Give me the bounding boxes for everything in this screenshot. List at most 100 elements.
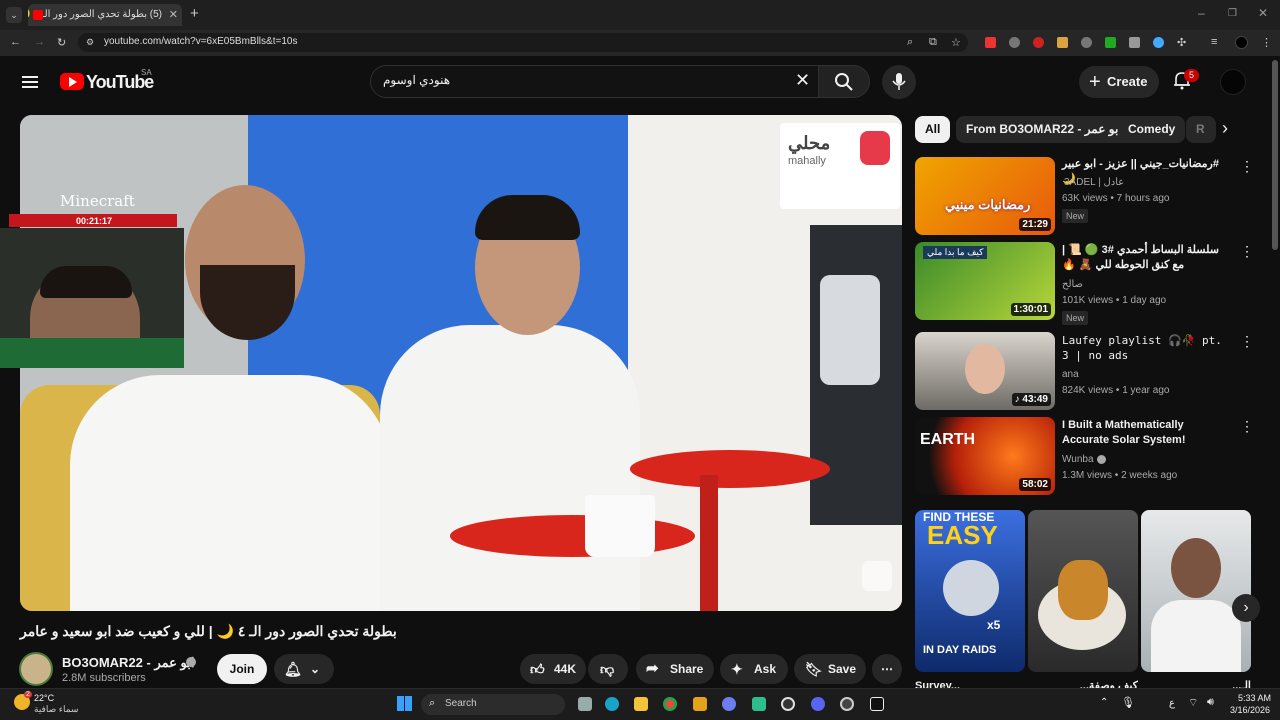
chip-partial[interactable]: R (1186, 116, 1216, 143)
youtube-logo-icon[interactable] (60, 73, 84, 90)
chrome-icon[interactable] (663, 697, 677, 711)
like-button[interactable]: 👍︎ 44K (520, 654, 586, 684)
close-window-icon[interactable]: ✕ (1258, 6, 1268, 20)
rec-verified-icon-4 (1097, 455, 1106, 464)
capcut-icon[interactable] (870, 697, 884, 711)
rec-thumbnail-3[interactable]: ♪ 43:49 (915, 332, 1055, 410)
chip-comedy[interactable]: Comedy (1118, 116, 1186, 143)
chips-next-icon[interactable]: › (1222, 118, 1228, 139)
url-text: youtube.com/watch?v=6xE05BmBlls&t=10s (104, 36, 298, 47)
tray-mic-icon[interactable]: 🎙︎ (1121, 696, 1135, 709)
spotify-like-icon[interactable] (752, 697, 766, 711)
page-scrollbar[interactable] (1272, 60, 1278, 250)
extension-icon-3[interactable] (1033, 37, 1044, 48)
tab-close-icon[interactable]: ✕ (169, 4, 178, 26)
extensions-puzzle-icon[interactable]: ✣ (1177, 36, 1186, 49)
tray-wifi-icon[interactable]: ⌔ (1188, 696, 1198, 710)
tray-volume-icon[interactable]: 🔊︎ (1207, 696, 1214, 709)
rec-channel-2[interactable]: صالح (1062, 279, 1083, 290)
file-explorer-icon[interactable] (634, 697, 648, 711)
discord-icon[interactable] (811, 697, 825, 711)
extension-icon-1[interactable] (985, 37, 996, 48)
copilot-icon[interactable] (722, 697, 736, 711)
edge-icon[interactable] (605, 697, 619, 711)
reading-list-icon[interactable]: ≡ (1211, 36, 1217, 48)
tray-language[interactable]: ع (1169, 698, 1175, 709)
clock-time[interactable]: 5:33 AM (1238, 693, 1271, 703)
reload-icon[interactable]: ↻ (57, 36, 66, 49)
short-thumbnail-1[interactable]: FIND THESE EASY x5 IN DAY RAIDS (915, 510, 1025, 672)
rec-menu-icon-2[interactable]: ⋮ (1240, 243, 1254, 260)
short-thumbnail-3[interactable] (1141, 510, 1251, 672)
scene-red-table-1 (450, 515, 695, 557)
rec-new-badge-2: New (1062, 311, 1089, 325)
bookmark-star-icon[interactable]: ☆ (951, 36, 961, 49)
chip-from-channel[interactable]: From BO3OMAR22 - ابو عمر (956, 116, 1132, 143)
back-icon[interactable]: ← (10, 36, 21, 48)
forward-icon[interactable]: → (34, 36, 45, 48)
new-tab-button[interactable]: + (190, 5, 199, 22)
rec-thumbnail-2[interactable]: كيف ما بدا ملي 1:30:01 (915, 242, 1055, 320)
microphone-icon (892, 73, 906, 90)
tab-list-button[interactable]: ⌄ (6, 7, 22, 23)
rec-title-2[interactable]: سلسلة البساط أحمدي #3 🟢 📜 | مع كنق الحوط… (1062, 243, 1232, 273)
rec-menu-icon-4[interactable]: ⋮ (1240, 418, 1254, 435)
subscribed-bell-button[interactable]: 🔔︎ ⌄ (274, 654, 334, 684)
ask-button[interactable]: ✦ Ask (720, 654, 788, 684)
taskbar-search-box[interactable]: ⌕ Search (421, 694, 565, 715)
obs-icon[interactable] (781, 697, 795, 711)
browser-menu-icon[interactable]: ⋮ (1261, 36, 1272, 49)
account-avatar[interactable] (1220, 69, 1246, 95)
rec-menu-icon-3[interactable]: ⋮ (1240, 333, 1254, 350)
save-button[interactable]: 🔖︎ Save (794, 654, 866, 684)
task-view-icon[interactable] (578, 697, 592, 711)
share-button[interactable]: ➦ Share (636, 654, 714, 684)
voice-search-button[interactable] (882, 65, 916, 99)
tab-active[interactable]: (5) بطولة تحدي الصور دور الـ ٤ 🌙 ✕ (28, 4, 182, 26)
site-info-icon[interactable]: ⚙ (86, 37, 94, 48)
chip-all[interactable]: All (915, 116, 951, 143)
tray-chevron-icon[interactable]: ⌃ (1100, 697, 1108, 708)
channel-avatar[interactable] (19, 652, 53, 686)
rec-thumbnail-4[interactable]: EARTH 58:02 (915, 417, 1055, 495)
app-r-icon[interactable] (693, 697, 707, 711)
extension-icon-5[interactable] (1081, 37, 1092, 48)
rec-title-3[interactable]: Laufey playlist 🎧🥀 pt. 3 | no ads (1062, 333, 1232, 363)
zoom-icon[interactable]: ⌕ (907, 36, 913, 49)
create-button[interactable]: + Create (1079, 66, 1159, 98)
short-thumbnail-2[interactable] (1028, 510, 1138, 672)
minimize-icon[interactable]: – (1198, 6, 1205, 20)
menu-icon[interactable] (22, 73, 38, 91)
rec-menu-icon-1[interactable]: ⋮ (1240, 158, 1254, 175)
rec-channel-3[interactable]: ana (1062, 369, 1079, 380)
dislike-button[interactable]: 👎︎ (588, 654, 628, 684)
more-actions-button[interactable]: ⋯ (872, 654, 902, 684)
install-icon[interactable]: ⧉ (929, 36, 937, 49)
taskbar-search-label: Search (445, 698, 477, 709)
rec-duration-4: 58:02 (1019, 478, 1051, 491)
extension-icon-6[interactable] (1105, 37, 1116, 48)
rec-channel-1[interactable]: 3ADEL | عادل (1064, 177, 1124, 188)
chevron-down-icon: ⌄ (310, 662, 321, 676)
extension-icon-8[interactable] (1153, 37, 1164, 48)
mahally-logo-subtext: mahally (788, 155, 826, 167)
extension-icon-2[interactable] (1009, 37, 1020, 48)
channel-name[interactable]: BO3OMAR22 - ابو عمر (62, 655, 194, 671)
weather-temp[interactable]: 22°C (34, 693, 54, 703)
extension-icon-7[interactable] (1129, 37, 1140, 48)
rec-title-4[interactable]: I Built a Mathematically Accurate Solar … (1062, 418, 1232, 448)
clock-date[interactable]: 3/16/2026 (1230, 705, 1270, 715)
app-circle-icon[interactable] (840, 697, 854, 711)
windows-start-icon[interactable] (397, 696, 412, 711)
subscriber-count: 2.8M subscribers (62, 672, 146, 684)
profile-avatar-icon[interactable] (1235, 36, 1248, 49)
shorts-next-button[interactable]: › (1232, 594, 1260, 622)
short-3-person (1171, 538, 1221, 598)
extension-icon-4[interactable] (1057, 37, 1068, 48)
rec-thumbnail-1[interactable]: رمضانيات مينيي 21:29 (915, 157, 1055, 235)
search-button[interactable] (818, 65, 870, 98)
maximize-icon[interactable]: ❐ (1228, 8, 1237, 19)
join-button[interactable]: Join (217, 654, 267, 684)
rec-channel-4[interactable]: Wunba (1062, 454, 1094, 465)
clear-search-icon[interactable]: ✕ (795, 70, 810, 91)
